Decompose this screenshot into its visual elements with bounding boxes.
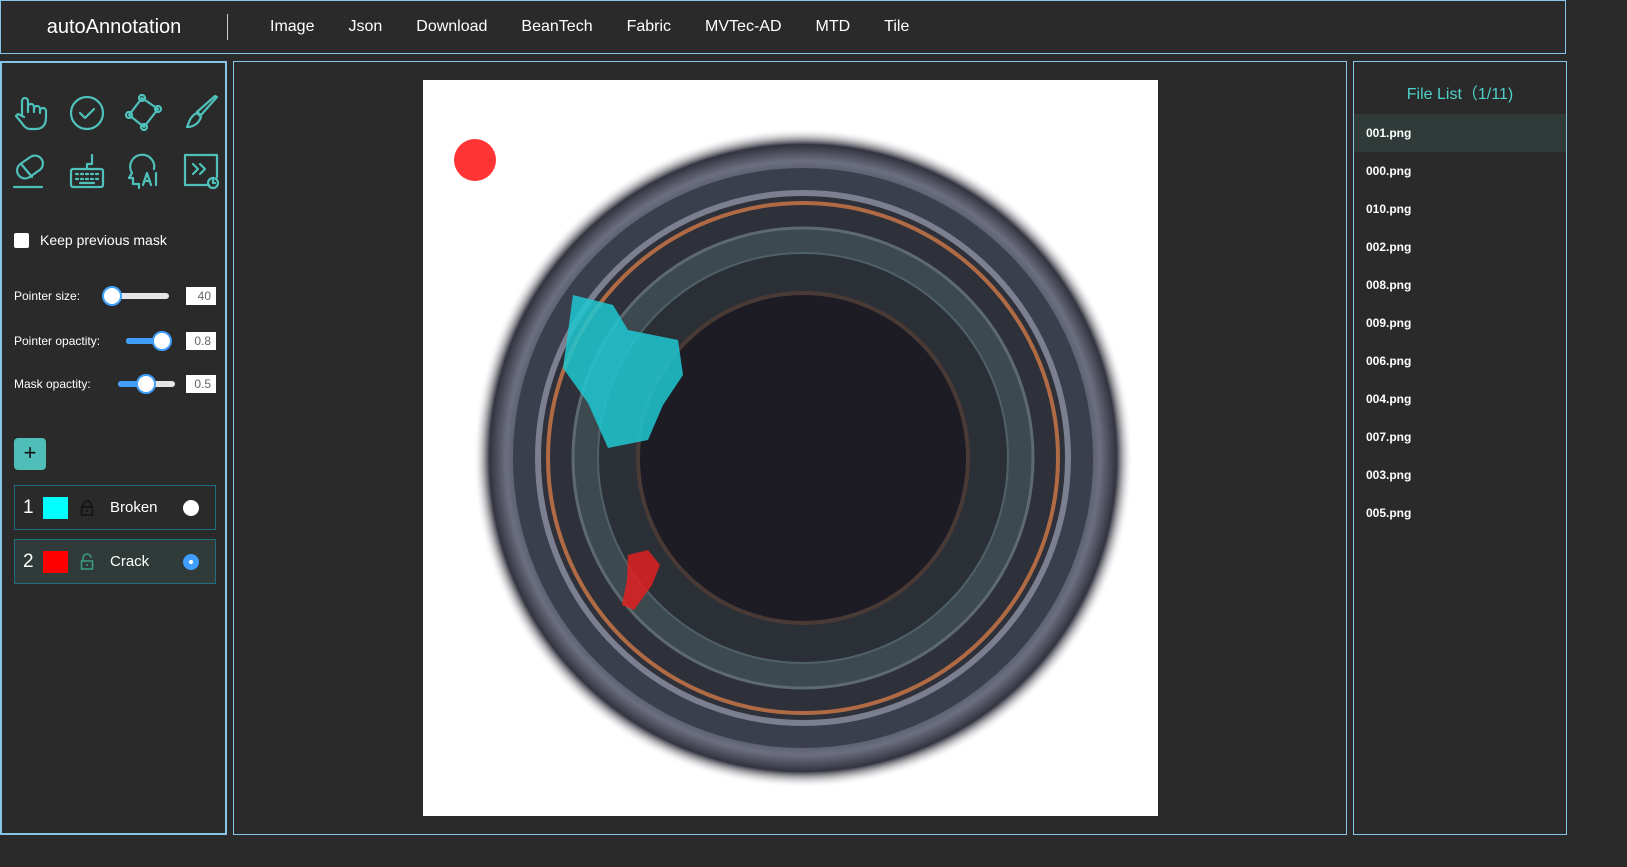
file-item[interactable]: 010.png bbox=[1354, 190, 1566, 228]
file-item[interactable]: 000.png bbox=[1354, 152, 1566, 190]
file-item[interactable]: 003.png bbox=[1354, 456, 1566, 494]
file-item[interactable]: 009.png bbox=[1354, 304, 1566, 342]
pointer-size-row: Pointer size: 40 bbox=[14, 286, 216, 306]
file-item[interactable]: 001.png bbox=[1354, 114, 1566, 152]
polygon-icon[interactable] bbox=[124, 93, 164, 133]
nav-mtd[interactable]: MTD bbox=[816, 18, 851, 36]
nav-tile[interactable]: Tile bbox=[884, 18, 909, 36]
pointer-icon[interactable] bbox=[10, 93, 50, 133]
checkbox[interactable] bbox=[14, 232, 29, 248]
file-item[interactable]: 006.png bbox=[1354, 342, 1566, 380]
slider-knob[interactable] bbox=[102, 286, 122, 306]
label-item-broken[interactable]: 1 Broken bbox=[14, 485, 216, 530]
tool-panel: Keep previous mask Pointer size: 40 Poin… bbox=[0, 61, 227, 835]
pointer-size-label: Pointer size: bbox=[14, 289, 81, 303]
eraser-icon[interactable] bbox=[10, 151, 50, 191]
pointer-size-slider[interactable] bbox=[102, 286, 169, 306]
mask-opacity-row: Mask opactity: 0.5 bbox=[14, 374, 216, 394]
nav-download[interactable]: Download bbox=[416, 18, 487, 36]
nav-image[interactable]: Image bbox=[270, 18, 314, 36]
pointer-opacity-value[interactable]: 0.8 bbox=[186, 332, 216, 350]
label-name: Broken bbox=[110, 499, 158, 516]
pointer-opacity-row: Pointer opactity: 0.8 bbox=[14, 331, 216, 351]
mask-opacity-value[interactable]: 0.5 bbox=[186, 375, 216, 393]
label-name: Crack bbox=[110, 553, 150, 570]
file-item[interactable]: 007.png bbox=[1354, 418, 1566, 456]
annotated-image bbox=[454, 128, 1133, 788]
auto-run-icon[interactable] bbox=[181, 151, 221, 191]
file-item[interactable]: 002.png bbox=[1354, 228, 1566, 266]
file-list-panel: File List（1/11) 001.png 000.png 010.png 002… bbox=[1353, 61, 1567, 835]
label-color-swatch[interactable] bbox=[43, 550, 68, 573]
pointer-opacity-slider[interactable] bbox=[126, 331, 172, 351]
pointer-opacity-label: Pointer opactity: bbox=[14, 334, 101, 348]
brush-icon[interactable] bbox=[181, 93, 221, 133]
nav-beantech[interactable]: BeanTech bbox=[521, 18, 592, 36]
pointer-cursor bbox=[454, 139, 496, 181]
mask-opacity-slider[interactable] bbox=[118, 374, 175, 394]
file-item[interactable]: 005.png bbox=[1354, 494, 1566, 532]
keep-previous-mask-checkbox[interactable]: Keep previous mask bbox=[14, 232, 167, 248]
file-item[interactable]: 004.png bbox=[1354, 380, 1566, 418]
add-label-button[interactable]: + bbox=[14, 438, 46, 470]
label-item-crack[interactable]: 2 Crack bbox=[14, 539, 216, 584]
slider-knob[interactable] bbox=[136, 374, 156, 394]
unlock-icon[interactable] bbox=[78, 552, 96, 571]
file-list-title: File List（1/11) bbox=[1406, 86, 1514, 103]
canvas-panel bbox=[233, 61, 1347, 835]
label-color-swatch[interactable] bbox=[43, 496, 68, 519]
mask-opacity-label: Mask opactity: bbox=[14, 377, 91, 391]
keyboard-icon[interactable] bbox=[67, 151, 107, 191]
file-item[interactable]: 008.png bbox=[1354, 266, 1566, 304]
nav-json[interactable]: Json bbox=[348, 18, 382, 36]
slider-knob[interactable] bbox=[152, 331, 172, 351]
label-number: 1 bbox=[23, 496, 34, 518]
image-canvas[interactable] bbox=[423, 80, 1158, 816]
label-radio-selected[interactable] bbox=[183, 553, 199, 570]
top-nav: autoAnnotation Image Json Download BeanT… bbox=[0, 0, 1566, 54]
label-number: 2 bbox=[23, 550, 34, 572]
nav-fabric[interactable]: Fabric bbox=[627, 18, 671, 36]
nav-mvtec-ad[interactable]: MVTec-AD bbox=[705, 18, 781, 36]
keep-previous-mask-label: Keep previous mask bbox=[40, 232, 167, 248]
label-radio[interactable] bbox=[183, 499, 199, 516]
pointer-size-value[interactable]: 40 bbox=[186, 287, 216, 305]
ai-icon[interactable] bbox=[124, 151, 164, 191]
check-icon[interactable] bbox=[67, 93, 107, 133]
app-title: autoAnnotation bbox=[1, 14, 228, 40]
lock-icon[interactable] bbox=[78, 499, 96, 517]
